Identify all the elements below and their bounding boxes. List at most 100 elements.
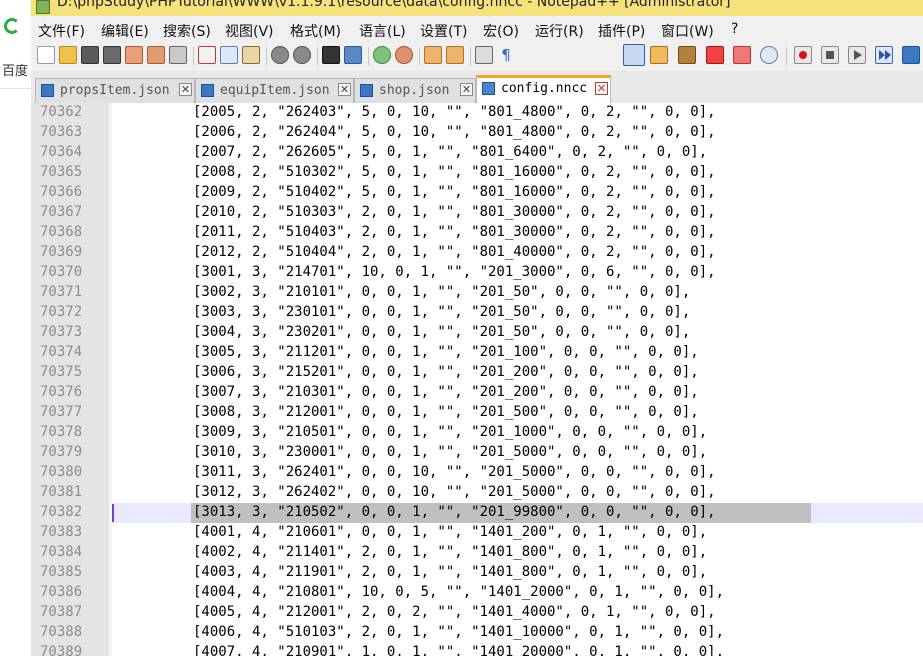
code-line[interactable]: 70378 [3009, 3, "210501", 0, 0, 1, "", "2… — [31, 423, 923, 443]
redo-icon[interactable] — [293, 46, 311, 64]
menu-help[interactable]: ? — [731, 21, 738, 37]
tab-shop-json[interactable]: shop.json ✕ — [354, 78, 476, 103]
menu-file[interactable]: 文件(F) — [38, 21, 85, 41]
code-line[interactable]: 70379 [3010, 3, "230001", 0, 0, 1, "", "2… — [31, 443, 923, 463]
menu-settings[interactable]: 设置(T) — [420, 21, 467, 41]
code-text[interactable]: [4002, 4, "211401", 2, 0, 1, "", "1401_8… — [193, 544, 707, 560]
code-line[interactable]: 70374 [3005, 3, "211201", 0, 0, 1, "", "2… — [31, 343, 923, 363]
menu-plugins[interactable]: 插件(P) — [598, 21, 645, 41]
code-text[interactable]: [2008, 2, "510302", 5, 0, 1, "", "801_16… — [193, 164, 716, 180]
code-text[interactable]: [3003, 3, "230101", 0, 0, 1, "", "201_50… — [193, 304, 690, 320]
code-text[interactable]: [4005, 4, "212001", 2, 0, 2, "", "1401_4… — [193, 604, 716, 620]
code-text[interactable]: [3002, 3, "210101", 0, 0, 1, "", "201_50… — [193, 284, 690, 300]
play-macro-icon[interactable] — [848, 46, 866, 64]
close-all-icon[interactable] — [147, 46, 165, 64]
eye-icon[interactable] — [760, 46, 778, 64]
save-all-icon[interactable] — [103, 46, 121, 64]
code-text[interactable]: [3007, 3, "210301", 0, 0, 1, "", "201_20… — [193, 384, 699, 400]
monitor-icon[interactable] — [733, 46, 751, 64]
tab-close-icon[interactable]: ✕ — [595, 82, 608, 95]
undo-icon[interactable] — [271, 46, 289, 64]
code-text[interactable]: [3012, 3, "262402", 0, 0, 10, "", "201_5… — [193, 484, 716, 500]
code-line[interactable]: 70388 [4006, 4, "510103", 2, 0, 1, "", "1… — [31, 623, 923, 643]
tab-config-nncc[interactable]: config.nncc ✕ — [476, 75, 611, 104]
tab-equipItem-json[interactable]: equipItem.json ✕ — [195, 78, 354, 103]
code-text[interactable]: [3001, 3, "214701", 10, 0, 1, "", "201_3… — [193, 264, 716, 280]
current-code-line[interactable]: 70382 [3013, 3, "210502", 0, 0, 1, "", "2… — [31, 503, 923, 523]
code-line[interactable]: 70389 [4007, 4, "210901", 1, 0, 1, "", "1… — [31, 643, 923, 656]
code-text[interactable]: [2007, 2, "262605", 5, 0, 1, "", "801_64… — [193, 144, 707, 160]
new-icon[interactable] — [37, 46, 55, 64]
code-line[interactable]: 70373 [3004, 3, "230201", 0, 0, 1, "", "2… — [31, 323, 923, 343]
folder-workspace-icon[interactable] — [706, 46, 724, 64]
code-line[interactable]: 70387 [4005, 4, "212001", 2, 0, 2, "", "1… — [31, 603, 923, 623]
print-icon[interactable] — [169, 46, 187, 64]
code-line[interactable]: 70376 [3007, 3, "210301", 0, 0, 1, "", "2… — [31, 383, 923, 403]
baidu-link[interactable]: 百度 — [2, 60, 30, 79]
indent-guide-icon[interactable] — [623, 44, 645, 66]
show-all-chars-icon[interactable]: ¶ — [497, 46, 515, 64]
menu-language[interactable]: 语言(L) — [359, 21, 406, 41]
run-macro-multiple-icon[interactable] — [875, 46, 893, 64]
cut-icon[interactable] — [198, 46, 216, 64]
code-line[interactable]: 70375 [3006, 3, "215201", 0, 0, 1, "", "2… — [31, 363, 923, 383]
code-line[interactable]: 70370 [3001, 3, "214701", 10, 0, 1, "", "… — [31, 263, 923, 283]
code-text[interactable]: [3008, 3, "212001", 0, 0, 1, "", "201_50… — [193, 404, 699, 420]
code-line[interactable]: 70385 [4003, 4, "211901", 2, 0, 1, "", "1… — [31, 563, 923, 583]
doc-map-icon[interactable] — [650, 46, 668, 64]
function-list-icon[interactable] — [678, 46, 696, 64]
code-line[interactable]: 70383 [4001, 4, "210601", 0, 0, 1, "", "1… — [31, 523, 923, 543]
menu-view[interactable]: 视图(V) — [225, 21, 274, 41]
tab-propsItem-json[interactable]: propsItem.json ✕ — [35, 78, 195, 103]
code-line[interactable]: 70367 [2010, 2, "510303", 2, 0, 1, "", "8… — [31, 203, 923, 223]
stop-macro-icon[interactable] — [821, 46, 839, 64]
close-icon[interactable] — [125, 46, 143, 64]
code-text[interactable]: [2006, 2, "262404", 5, 0, 10, "", "801_4… — [193, 124, 716, 140]
code-line[interactable]: 70364 [2007, 2, "262605", 5, 0, 1, "", "8… — [31, 143, 923, 163]
paste-icon[interactable] — [242, 46, 260, 64]
code-text[interactable]: [3006, 3, "215201", 0, 0, 1, "", "201_20… — [193, 364, 699, 380]
sync-v-icon[interactable] — [424, 46, 442, 64]
tab-close-icon[interactable]: ✕ — [338, 83, 351, 96]
code-line[interactable]: 70384 [4002, 4, "211401", 2, 0, 1, "", "1… — [31, 543, 923, 563]
code-text[interactable]: [3010, 3, "230001", 0, 0, 1, "", "201_50… — [193, 444, 707, 460]
code-text[interactable]: [4007, 4, "210901", 1, 0, 1, "", "1401_2… — [193, 644, 724, 656]
code-text[interactable]: [2012, 2, "510404", 2, 0, 1, "", "801_40… — [193, 244, 716, 260]
copy-icon[interactable] — [220, 46, 238, 64]
menu-format[interactable]: 格式(M) — [290, 21, 341, 41]
code-line[interactable]: 70369 [2012, 2, "510404", 2, 0, 1, "", "8… — [31, 243, 923, 263]
editor-area[interactable]: 70362 [2005, 2, "262403", 5, 0, 10, "", "… — [31, 103, 923, 656]
menu-macro[interactable]: 宏(O) — [483, 21, 519, 41]
code-text[interactable]: [4004, 4, "210801", 10, 0, 5, "", "1401_… — [193, 584, 724, 600]
code-text[interactable]: [4006, 4, "510103", 2, 0, 1, "", "1401_1… — [193, 624, 724, 640]
code-line[interactable]: 70381 [3012, 3, "262402", 0, 0, 10, "", "… — [31, 483, 923, 503]
code-line[interactable]: 70366 [2009, 2, "510402", 5, 0, 1, "", "8… — [31, 183, 923, 203]
code-text[interactable]: [2009, 2, "510402", 5, 0, 1, "", "801_16… — [193, 184, 716, 200]
save-icon[interactable] — [81, 46, 99, 64]
word-wrap-icon[interactable] — [475, 46, 493, 64]
record-macro-icon[interactable] — [794, 46, 812, 64]
code-text[interactable]: [2005, 2, "262403", 5, 0, 10, "", "801_4… — [193, 104, 716, 120]
title-bar[interactable]: D:\phpStudy\PHPTutorial\WWW\v1.1.9.1\res… — [31, 0, 923, 17]
code-line[interactable]: 70371 [3002, 3, "210101", 0, 0, 1, "", "2… — [31, 283, 923, 303]
code-line[interactable]: 70368 [2011, 2, "510403", 2, 0, 1, "", "8… — [31, 223, 923, 243]
tab-close-icon[interactable]: ✕ — [179, 83, 192, 96]
code-text[interactable]: [4003, 4, "211901", 2, 0, 1, "", "1401_8… — [193, 564, 707, 580]
zoom-out-icon[interactable] — [395, 46, 413, 64]
code-text[interactable]: [3013, 3, "210502", 0, 0, 1, "", "201_99… — [193, 504, 716, 520]
code-line[interactable]: 70372 [3003, 3, "230101", 0, 0, 1, "", "2… — [31, 303, 923, 323]
tab-close-icon[interactable]: ✕ — [460, 83, 473, 96]
sync-h-icon[interactable] — [446, 46, 464, 64]
code-line[interactable]: 70365 [2008, 2, "510302", 5, 0, 1, "", "8… — [31, 163, 923, 183]
code-line[interactable]: 70380 [3011, 3, "262401", 0, 0, 10, "", "… — [31, 463, 923, 483]
code-text[interactable]: [3004, 3, "230201", 0, 0, 1, "", "201_50… — [193, 324, 690, 340]
code-line[interactable]: 70363 [2006, 2, "262404", 5, 0, 10, "", "… — [31, 123, 923, 143]
save-macro-icon[interactable] — [902, 46, 920, 64]
code-text[interactable]: [2010, 2, "510303", 2, 0, 1, "", "801_30… — [193, 204, 716, 220]
code-text[interactable]: [3011, 3, "262401", 0, 0, 10, "", "201_5… — [193, 464, 716, 480]
code-text[interactable]: [4001, 4, "210601", 0, 0, 1, "", "1401_2… — [193, 524, 707, 540]
code-text[interactable]: [3005, 3, "211201", 0, 0, 1, "", "201_10… — [193, 344, 699, 360]
menu-window[interactable]: 窗口(W) — [661, 21, 714, 41]
menu-search[interactable]: 搜索(S) — [163, 21, 211, 41]
zoom-in-icon[interactable] — [373, 46, 391, 64]
